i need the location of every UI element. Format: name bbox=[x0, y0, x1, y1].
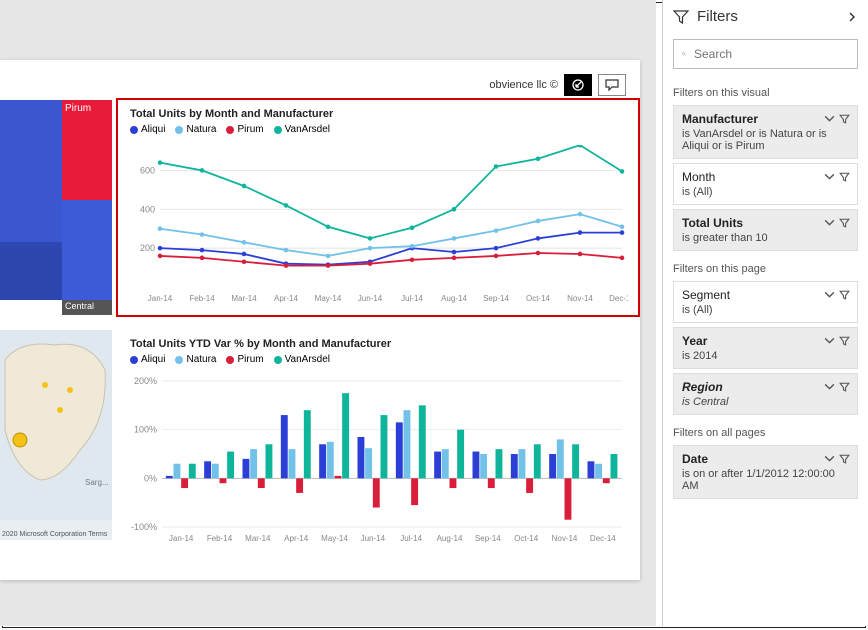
map-credit: 2020 Microsoft Corporation Terms bbox=[2, 531, 107, 538]
filters-pane: Filters Filters on this visual Manufactu… bbox=[662, 0, 868, 626]
filter-card-date[interactable]: Date is on or after 1/1/2012 12:00:00 AM bbox=[673, 445, 858, 499]
svg-text:100%: 100% bbox=[134, 425, 157, 435]
filter-card-segment[interactable]: Segment is (All) bbox=[673, 281, 858, 323]
svg-text:Apr-14: Apr-14 bbox=[284, 534, 309, 543]
clear-filter-icon[interactable] bbox=[838, 380, 851, 393]
chevron-down-icon[interactable] bbox=[823, 170, 836, 183]
comment-button[interactable] bbox=[598, 74, 626, 96]
treemap-tile bbox=[0, 242, 62, 300]
svg-text:Jan-14: Jan-14 bbox=[169, 534, 194, 543]
svg-text:Sep-14: Sep-14 bbox=[483, 294, 509, 303]
filters-title: Filters bbox=[697, 8, 838, 25]
svg-text:Dec-14: Dec-14 bbox=[609, 294, 628, 303]
bar-chart-plot: -100% 0% 100% 200% Jan-14 Feb-14 Mar-14 Apr-14 M… bbox=[128, 375, 628, 545]
filter-desc: is 2014 bbox=[682, 348, 849, 362]
svg-text:Mar-14: Mar-14 bbox=[231, 294, 257, 303]
svg-text:Jan-14: Jan-14 bbox=[148, 294, 173, 303]
svg-text:May-14: May-14 bbox=[315, 294, 342, 303]
treemap-tile bbox=[62, 200, 112, 300]
svg-text:-100%: -100% bbox=[131, 522, 157, 532]
clear-filter-icon[interactable] bbox=[838, 216, 851, 229]
svg-text:Jun-14: Jun-14 bbox=[358, 294, 383, 303]
svg-text:Jul-14: Jul-14 bbox=[400, 534, 422, 543]
search-input[interactable] bbox=[694, 47, 849, 61]
section-label-all: Filters on all pages bbox=[663, 419, 868, 443]
treemap-label-central: Central bbox=[62, 300, 112, 315]
legend-label: Pirum bbox=[237, 124, 263, 135]
section-label-visual: Filters on this visual bbox=[663, 79, 868, 103]
filter-desc: is greater than 10 bbox=[682, 230, 849, 244]
filter-desc: is (All) bbox=[682, 184, 849, 198]
copyright-text: obvience llc © bbox=[489, 79, 558, 91]
treemap-tile-pirum: Pirum bbox=[62, 100, 112, 200]
clear-filter-icon[interactable] bbox=[838, 452, 851, 465]
svg-text:Jul-14: Jul-14 bbox=[401, 294, 423, 303]
legend-label: Aliqui bbox=[141, 354, 165, 365]
svg-text:200%: 200% bbox=[134, 376, 157, 386]
map-label: Sarg... bbox=[85, 478, 109, 487]
filter-card-manufacturer[interactable]: Manufacturer is VanArsdel or is Natura o… bbox=[673, 105, 858, 159]
report-canvas-area: obvience llc © Pirum Central Sarg... 202… bbox=[0, 0, 656, 626]
svg-text:400: 400 bbox=[140, 204, 155, 214]
legend-label: VanArsdel bbox=[285, 124, 330, 135]
filter-icon bbox=[673, 9, 689, 25]
search-icon bbox=[682, 47, 686, 61]
chart-title: Total Units by Month and Manufacturer bbox=[118, 100, 638, 122]
map-visual[interactable]: Sarg... 2020 Microsoft Corporation Terms bbox=[0, 330, 112, 540]
svg-text:Nov-14: Nov-14 bbox=[567, 294, 593, 303]
chevron-down-icon[interactable] bbox=[823, 334, 836, 347]
clear-filter-icon[interactable] bbox=[838, 288, 851, 301]
treemap-visual[interactable]: Pirum Central bbox=[0, 100, 112, 315]
svg-text:Aug-14: Aug-14 bbox=[441, 294, 467, 303]
svg-text:Mar-14: Mar-14 bbox=[245, 534, 271, 543]
legend-label: Aliqui bbox=[141, 124, 165, 135]
line-chart-plot: 200 400 600 Jan-14 Feb-14 Mar-14 Apr-14 May-14 J… bbox=[128, 145, 628, 305]
section-label-page: Filters on this page bbox=[663, 255, 868, 279]
svg-text:Oct-14: Oct-14 bbox=[526, 294, 551, 303]
clear-filter-icon[interactable] bbox=[838, 170, 851, 183]
svg-text:0%: 0% bbox=[144, 473, 157, 483]
filter-desc: is on or after 1/1/2012 12:00:00 AM bbox=[682, 466, 849, 492]
svg-text:600: 600 bbox=[140, 165, 155, 175]
filters-search[interactable] bbox=[673, 39, 858, 69]
chart-legend: Aliqui Natura Pirum VanArsdel bbox=[118, 122, 638, 139]
filter-desc: is VanArsdel or is Natura or is Aliqui o… bbox=[682, 126, 849, 152]
chevron-down-icon[interactable] bbox=[823, 112, 836, 125]
svg-text:200: 200 bbox=[140, 243, 155, 253]
legend-label: Pirum bbox=[237, 354, 263, 365]
svg-text:Nov-14: Nov-14 bbox=[552, 534, 578, 543]
legend-label: Natura bbox=[186, 124, 216, 135]
treemap-tile bbox=[0, 100, 62, 242]
legend-label: Natura bbox=[186, 354, 216, 365]
svg-text:Aug-14: Aug-14 bbox=[437, 534, 463, 543]
chart-ytd-var-bar[interactable]: Total Units YTD Var % by Month and Manuf… bbox=[118, 330, 638, 555]
chevron-right-icon[interactable] bbox=[846, 11, 858, 23]
treemap-label: Pirum bbox=[65, 103, 91, 114]
filter-card-region[interactable]: Region is Central bbox=[673, 373, 858, 415]
legend-label: VanArsdel bbox=[285, 354, 330, 365]
svg-text:Apr-14: Apr-14 bbox=[274, 294, 299, 303]
chevron-down-icon[interactable] bbox=[823, 380, 836, 393]
filter-card-month[interactable]: Month is (All) bbox=[673, 163, 858, 205]
chart-legend: Aliqui Natura Pirum VanArsdel bbox=[118, 352, 638, 369]
focus-mode-button[interactable] bbox=[564, 74, 592, 96]
chevron-down-icon[interactable] bbox=[823, 452, 836, 465]
svg-text:May-14: May-14 bbox=[321, 534, 348, 543]
svg-text:Feb-14: Feb-14 bbox=[207, 534, 233, 543]
filter-desc: is (All) bbox=[682, 302, 849, 316]
chart-total-units-line[interactable]: Total Units by Month and Manufacturer Al… bbox=[118, 100, 638, 315]
chevron-down-icon[interactable] bbox=[823, 216, 836, 229]
filter-card-year[interactable]: Year is 2014 bbox=[673, 327, 858, 369]
svg-text:Jun-14: Jun-14 bbox=[361, 534, 386, 543]
filter-desc: is Central bbox=[682, 394, 849, 408]
svg-text:Sep-14: Sep-14 bbox=[475, 534, 501, 543]
svg-text:Dec-14: Dec-14 bbox=[590, 534, 616, 543]
chart-title: Total Units YTD Var % by Month and Manuf… bbox=[118, 330, 638, 352]
clear-filter-icon[interactable] bbox=[838, 334, 851, 347]
filter-card-totalunits[interactable]: Total Units is greater than 10 bbox=[673, 209, 858, 251]
chevron-down-icon[interactable] bbox=[823, 288, 836, 301]
svg-text:Feb-14: Feb-14 bbox=[189, 294, 215, 303]
svg-text:Oct-14: Oct-14 bbox=[514, 534, 539, 543]
clear-filter-icon[interactable] bbox=[838, 112, 851, 125]
